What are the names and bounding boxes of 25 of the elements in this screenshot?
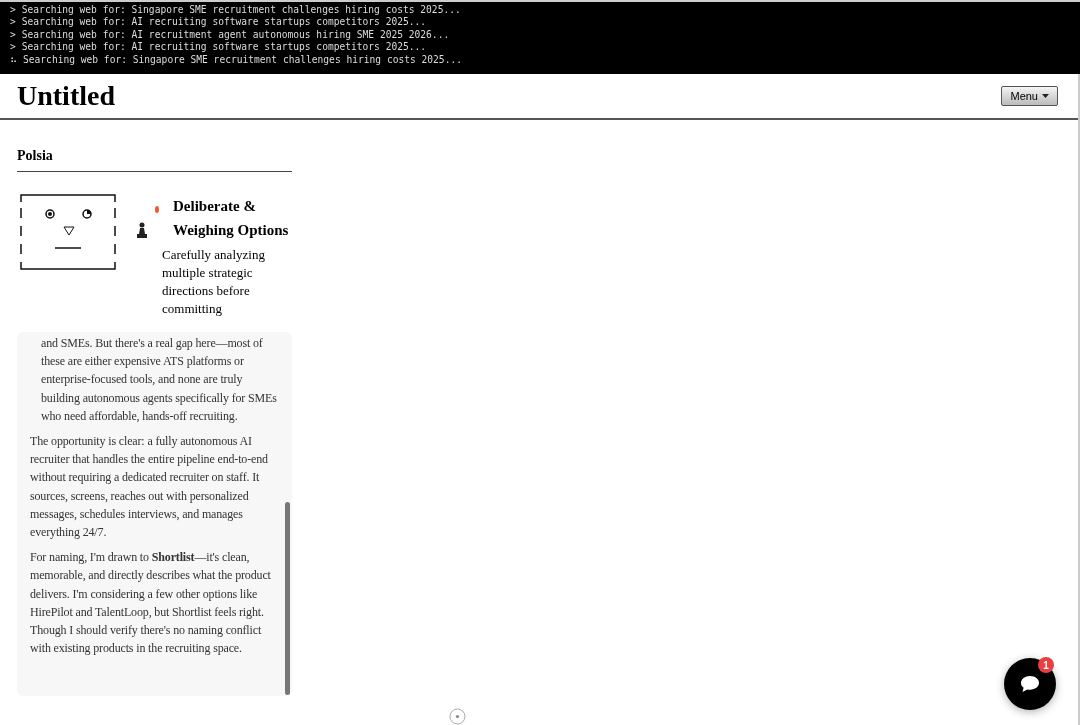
chat-button[interactable]: [1004, 658, 1056, 710]
circle-dot-icon[interactable]: [449, 708, 466, 725]
prompt-symbol: >: [10, 28, 16, 42]
caret-icon: [1042, 94, 1049, 98]
notification-badge: 1: [1038, 657, 1054, 673]
status-description: Carefully analyzing multiple strategic directions before committing: [162, 246, 266, 318]
thought-paragraph: For naming, I'm drawn to Shortlist—it's clean, memorable, and directly describes what the product delivers. I'm considering a few other options like HirePilot and TalentLoop, but Shortlist feels right. Though I should verify there's no naming conflict with existing products in the recruiting space.: [30, 549, 272, 658]
thought-paragraph: and SMEs. But there's a real gap here—most of these are either expensive ATS platforms or enterprise-focused tools, and none are truly building autonomous agents specifically for SMEs who need affordable, hands-off recruiting.: [41, 335, 278, 425]
prompt-symbol: >: [10, 4, 16, 17]
prompt-symbol: ⠦: [10, 53, 17, 67]
prompt-symbol: >: [10, 16, 16, 29]
scrollbar-thumb[interactable]: [285, 502, 290, 695]
thought-paragraph: The opportunity is clear: a fully autonomous AI recruiter that handles the entire pipeline end-to-end without requiring a dedicated recruiter on staff. It sources, screens, reaches out with personalized messages, schedules interviews, and manages everything 24/7.: [30, 433, 269, 542]
sidebar-title: Polsia: [17, 148, 292, 172]
chat-bubble-icon: [1020, 675, 1040, 693]
status-heading: Deliberate & Weighing Options: [173, 197, 290, 240]
chess-pawn-icon: [137, 222, 147, 238]
prompt-symbol: >: [10, 41, 16, 54]
terminal-line: Searching web for: Singapore SME recruitment challenges hiring costs 2025...: [23, 53, 462, 67]
terminal-line: Searching web for: AI recruitment agent autonomous hiring SME 2025 2026...: [21, 28, 450, 42]
terminal-line: Searching web for: Singapore SME recruitment challenges hiring costs 2025...: [21, 4, 461, 17]
page-title: Untitled: [17, 80, 115, 112]
menu-button[interactable]: Menu: [1001, 86, 1058, 106]
terminal-line: Searching web for: AI recruiting software startups competitors 2025...: [21, 41, 427, 54]
terminal-line: Searching web for: AI recruiting software startups competitors 2025...: [21, 16, 427, 29]
